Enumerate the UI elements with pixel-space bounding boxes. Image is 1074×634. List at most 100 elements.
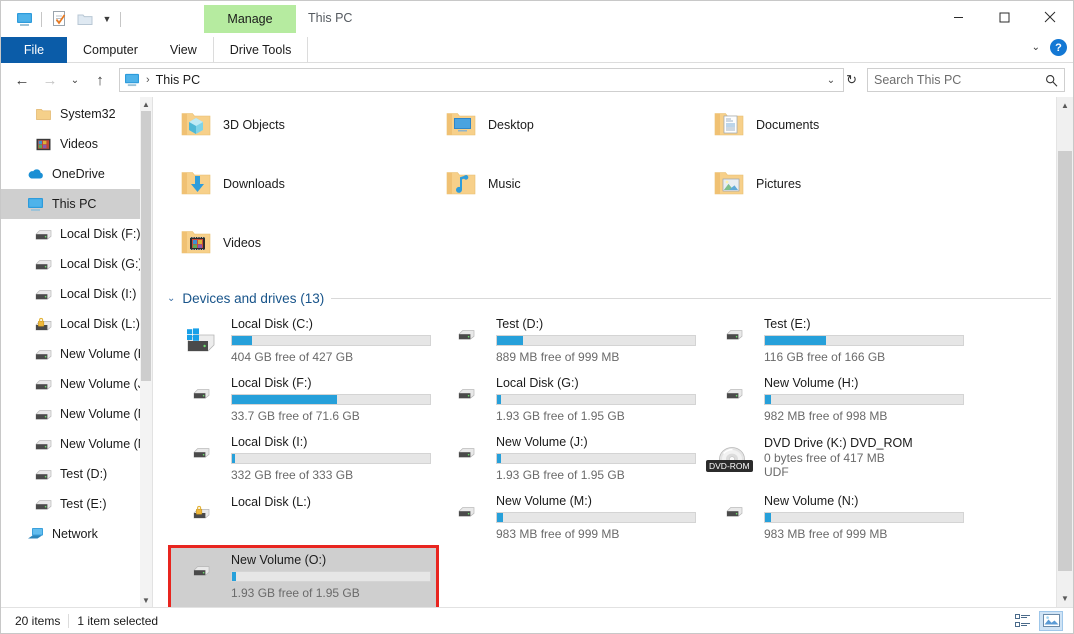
tab-file[interactable]: File bbox=[1, 37, 67, 63]
drive-free-space-label: 983 MB free of 999 MB bbox=[496, 527, 696, 541]
maximize-button[interactable] bbox=[981, 1, 1027, 33]
sidebar-item-this-pc[interactable]: This PC bbox=[1, 189, 152, 219]
address-field[interactable]: › This PC ⌄ bbox=[119, 68, 844, 92]
sidebar-item-new-volume-n[interactable]: New Volume (N:) bbox=[1, 429, 152, 459]
drive-item[interactable]: Test (D:)889 MB free of 999 MB bbox=[436, 312, 704, 371]
search-input[interactable]: Search This PC bbox=[874, 73, 1045, 87]
sidebar-item-videos[interactable]: Videos bbox=[1, 129, 152, 159]
this-pc-icon[interactable] bbox=[11, 7, 37, 31]
qat-separator-2 bbox=[120, 12, 121, 27]
drive-icon bbox=[171, 371, 231, 399]
drive-name-label: New Volume (H:) bbox=[764, 376, 964, 390]
folder-item[interactable]: Videos bbox=[171, 223, 436, 282]
forward-button[interactable]: → bbox=[37, 67, 63, 93]
sidebar-item-label: Network bbox=[52, 527, 98, 541]
content-scroll-up-icon[interactable]: ▲ bbox=[1057, 97, 1073, 114]
drive-item[interactable]: DVD-ROMDVD Drive (K:) DVD_ROM0 bytes fre… bbox=[704, 430, 1073, 489]
sidebar-item-system32[interactable]: System32 bbox=[1, 99, 152, 129]
folder-item[interactable]: Downloads bbox=[171, 164, 436, 223]
drives-grid: Local Disk (C:)404 GB free of 427 GBTest… bbox=[153, 312, 1073, 607]
drive-icon bbox=[35, 406, 52, 423]
recent-locations-button[interactable]: ⌄ bbox=[65, 67, 85, 93]
drive-info: New Volume (O:)1.93 GB free of 1.95 GB bbox=[231, 548, 431, 600]
folder-item-label: Pictures bbox=[756, 166, 801, 191]
properties-icon[interactable] bbox=[46, 7, 72, 31]
sidebar-item-local-disk-i[interactable]: Local Disk (I:) bbox=[1, 279, 152, 309]
sidebar-item-local-disk-g[interactable]: Local Disk (G:) bbox=[1, 249, 152, 279]
drive-item[interactable]: New Volume (N:)983 MB free of 999 MB bbox=[704, 489, 1073, 548]
customize-caret-icon[interactable]: ▼ bbox=[98, 8, 116, 30]
minimize-button[interactable] bbox=[935, 1, 981, 33]
drive-item[interactable]: Local Disk (L:) bbox=[171, 489, 436, 548]
drive-info: New Volume (J:)1.93 GB free of 1.95 GB bbox=[496, 430, 696, 482]
drive-item[interactable]: Local Disk (F:)33.7 GB free of 71.6 GB bbox=[171, 371, 436, 430]
windows-drive-icon bbox=[171, 312, 231, 354]
folder-item-label: Documents bbox=[756, 107, 819, 132]
tab-view[interactable]: View bbox=[154, 37, 213, 63]
sidebar-item-onedrive[interactable]: OneDrive bbox=[1, 159, 152, 189]
content-scroll-down-icon[interactable]: ▼ bbox=[1057, 590, 1073, 607]
folder-item[interactable]: 3D Objects bbox=[171, 105, 436, 164]
sidebar-scroll-down-icon[interactable]: ▼ bbox=[140, 593, 152, 607]
drive-item[interactable]: Local Disk (G:)1.93 GB free of 1.95 GB bbox=[436, 371, 704, 430]
large-icons-view-button[interactable] bbox=[1039, 611, 1063, 631]
folder-item[interactable]: Desktop bbox=[436, 105, 704, 164]
sidebar-item-test-e[interactable]: Test (E:) bbox=[1, 489, 152, 519]
folder-item-label: Music bbox=[488, 166, 521, 191]
content-scroll-thumb[interactable] bbox=[1058, 151, 1072, 571]
help-icon[interactable]: ? bbox=[1050, 39, 1067, 56]
content-scrollbar[interactable]: ▲ ▼ bbox=[1056, 97, 1073, 607]
chevron-down-icon[interactable]: ⌄ bbox=[1032, 42, 1040, 53]
close-button[interactable] bbox=[1027, 1, 1073, 33]
tab-computer[interactable]: Computer bbox=[67, 37, 154, 63]
search-box[interactable]: Search This PC bbox=[867, 68, 1065, 92]
qat-separator bbox=[41, 12, 42, 27]
tab-computer-label: Computer bbox=[83, 43, 138, 57]
drive-item[interactable]: New Volume (J:)1.93 GB free of 1.95 GB bbox=[436, 430, 704, 489]
chevron-down-icon[interactable]: ⌄ bbox=[167, 293, 175, 304]
drive-media-badge: DVD-ROM bbox=[706, 460, 753, 472]
sidebar-item-local-disk-f[interactable]: Local Disk (F:) bbox=[1, 219, 152, 249]
drive-icon bbox=[35, 286, 52, 303]
contextual-tab-manage[interactable]: Manage bbox=[204, 5, 296, 33]
drive-free-space-label: 1.93 GB free of 1.95 GB bbox=[496, 409, 696, 423]
drive-icon bbox=[171, 430, 231, 458]
title-bar: ▼ Manage This PC bbox=[1, 1, 1073, 37]
folder-item[interactable]: Music bbox=[436, 164, 704, 223]
drive-item[interactable]: Local Disk (I:)332 GB free of 333 GB bbox=[171, 430, 436, 489]
details-view-button[interactable] bbox=[1011, 611, 1035, 631]
folder-desktop-icon bbox=[436, 107, 488, 139]
sidebar-item-new-volume-h[interactable]: New Volume (H:) bbox=[1, 339, 152, 369]
folder-item[interactable]: Pictures bbox=[704, 164, 1073, 223]
sidebar-scroll-up-icon[interactable]: ▲ bbox=[140, 97, 152, 111]
drive-icon bbox=[35, 346, 52, 363]
address-dropdown-icon[interactable]: ⌄ bbox=[827, 75, 839, 86]
folders-grid: 3D ObjectsDesktop Documents Downloads Music… bbox=[153, 105, 1073, 282]
drive-name-label: New Volume (M:) bbox=[496, 494, 696, 508]
sidebar-item-new-volume-m[interactable]: New Volume (M:) bbox=[1, 399, 152, 429]
drive-item[interactable]: New Volume (H:)982 MB free of 998 MB bbox=[704, 371, 1073, 430]
drive-item[interactable]: New Volume (O:)1.93 GB free of 1.95 GB bbox=[171, 548, 436, 607]
sidebar-scroll-thumb[interactable] bbox=[141, 111, 151, 381]
refresh-button[interactable]: ↻ bbox=[846, 72, 859, 88]
search-icon[interactable] bbox=[1045, 74, 1058, 87]
tab-drive-tools[interactable]: Drive Tools bbox=[213, 37, 309, 63]
tab-drive-tools-label: Drive Tools bbox=[230, 43, 292, 57]
drive-capacity-bar bbox=[496, 335, 696, 346]
folder-videos-icon bbox=[171, 225, 223, 257]
sidebar-item-local-disk-l[interactable]: Local Disk (L:) bbox=[1, 309, 152, 339]
sidebar-scrollbar[interactable]: ▲ ▼ bbox=[140, 97, 152, 607]
drive-item[interactable]: Local Disk (C:)404 GB free of 427 GB bbox=[171, 312, 436, 371]
drive-item[interactable]: New Volume (M:) 983 MB free of 999 MB bbox=[436, 489, 704, 548]
up-button[interactable]: ↑ bbox=[87, 67, 113, 93]
folder-item[interactable]: Documents bbox=[704, 105, 1073, 164]
new-folder-icon[interactable] bbox=[72, 7, 98, 31]
devices-section-header[interactable]: ⌄ Devices and drives (13) bbox=[153, 286, 1073, 310]
sidebar-item-network[interactable]: Network bbox=[1, 519, 152, 549]
drive-capacity-fill bbox=[232, 336, 252, 345]
drive-item[interactable]: Test (E:)116 GB free of 166 GB bbox=[704, 312, 1073, 371]
back-button[interactable]: ← bbox=[9, 67, 35, 93]
sidebar-item-new-volume-j[interactable]: New Volume (J:) bbox=[1, 369, 152, 399]
breadcrumb[interactable]: This PC bbox=[156, 73, 200, 87]
sidebar-item-test-d[interactable]: Test (D:) bbox=[1, 459, 152, 489]
